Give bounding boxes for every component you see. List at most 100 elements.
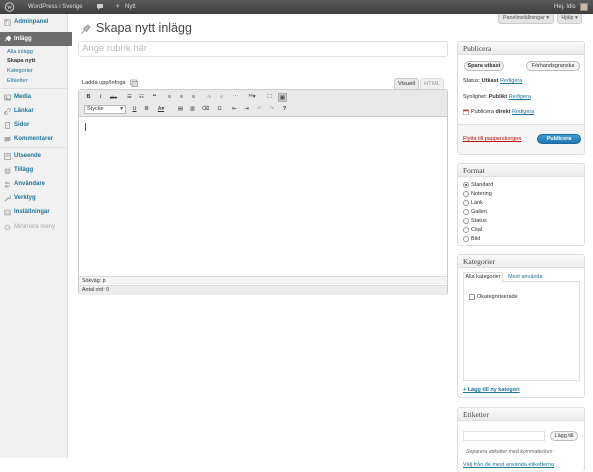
text-color-icon[interactable]: A▾: [154, 105, 168, 114]
format-radio-status[interactable]: [463, 218, 469, 224]
tag-input[interactable]: [463, 431, 545, 441]
align-left-icon[interactable]: ≡: [165, 93, 174, 102]
menu-item-pages[interactable]: Sidor: [0, 119, 68, 132]
justify-icon[interactable]: ≣: [142, 105, 151, 114]
category-checklist: Okategoriserade: [463, 281, 580, 381]
publish-actions: Flytta till papperskorgen Publicera: [458, 124, 584, 154]
new-content-link[interactable]: Nytt: [125, 0, 136, 14]
format-radio-aside[interactable]: [463, 191, 469, 197]
clear-formatting-icon[interactable]: ⌫: [201, 105, 210, 114]
wordpress-logo-icon[interactable]: W: [4, 0, 15, 14]
preview-button[interactable]: Förhandsgranska: [526, 61, 580, 71]
fullscreen-icon[interactable]: ⛶: [265, 93, 274, 102]
tab-html[interactable]: HTML: [420, 78, 444, 89]
menu-item-users[interactable]: Användare: [0, 178, 68, 191]
site-name-link[interactable]: WordPress i Sverige: [28, 0, 83, 14]
choose-popular-tags-link[interactable]: Välj från de mest använda etiketterna: [463, 461, 554, 469]
tab-visual[interactable]: Visuell: [394, 78, 419, 89]
unlink-icon[interactable]: ⌀: [217, 93, 226, 102]
add-tag-button[interactable]: Lägg till: [550, 431, 578, 441]
plus-icon[interactable]: +: [116, 0, 123, 14]
align-right-icon[interactable]: ≡: [189, 93, 198, 102]
submenu-categories[interactable]: Kategorier: [7, 67, 33, 75]
screen-options-button[interactable]: Panelinställningar ▾: [498, 14, 554, 24]
blockquote-icon[interactable]: “: [150, 93, 159, 102]
outdent-icon[interactable]: ⇤: [230, 105, 239, 114]
format-radio-image[interactable]: [463, 236, 469, 242]
menu-label-tools: Verktyg: [14, 195, 36, 201]
submenu-tags[interactable]: Etiketter: [7, 77, 28, 85]
paste-word-icon[interactable]: ▥: [188, 105, 197, 114]
submenu-all-posts[interactable]: Alla inlägg: [7, 48, 33, 56]
menu-item-tools[interactable]: Verktyg: [0, 192, 68, 205]
save-draft-button[interactable]: Spara utkast: [464, 61, 504, 71]
pushpin-title-icon: [80, 24, 91, 35]
menu-item-settings[interactable]: Inställningar: [0, 206, 68, 219]
editor-content-area[interactable]: [79, 117, 447, 275]
move-to-trash-link[interactable]: Flytta till papperskorgen: [463, 135, 521, 143]
paste-text-icon[interactable]: ▤: [176, 105, 185, 114]
publish-box-title: Publicera: [458, 42, 584, 55]
menu-label-pages: Sidor: [14, 122, 30, 128]
help-label: Hjälp: [561, 15, 574, 21]
comments-icon: [4, 137, 11, 143]
help-circle-icon[interactable]: ?: [280, 105, 289, 114]
menu-label-collapse: Minimera meny: [14, 224, 56, 230]
edit-publish-time-link[interactable]: Redigera: [512, 109, 534, 115]
submenu-new-post[interactable]: Skapa nytt: [7, 57, 35, 65]
menu-item-plugins[interactable]: Tillägg: [0, 164, 68, 177]
format-select[interactable]: Stycke ▾: [84, 105, 126, 114]
tab-all-categories[interactable]: Alla kategorier: [463, 272, 503, 282]
bold-icon[interactable]: B: [84, 93, 93, 102]
indent-icon[interactable]: ⇥: [242, 105, 251, 114]
screen-options-label: Panelinställningar: [503, 15, 545, 21]
format-option-label: Bild: [471, 236, 481, 242]
menu-label-links: Länkar: [14, 108, 34, 114]
menu-item-links[interactable]: Länkar: [0, 105, 68, 118]
format-radio-standard[interactable]: [463, 182, 469, 188]
redo-icon[interactable]: ↷: [267, 105, 276, 114]
menu-item-posts[interactable]: Inlägg: [0, 32, 72, 46]
align-center-icon[interactable]: ≡: [177, 93, 186, 102]
menu-label-media: Media: [14, 94, 32, 100]
undo-icon[interactable]: ↶: [255, 105, 264, 114]
strikethrough-icon[interactable]: abc: [109, 93, 118, 102]
help-button[interactable]: Hjälp ▾: [557, 14, 582, 24]
menu-divider: [0, 147, 68, 148]
menu-item-dashboard[interactable]: Adminpanel: [0, 16, 68, 29]
insert-link-icon[interactable]: ∞: [205, 93, 214, 102]
format-box-title: Format: [458, 164, 584, 177]
spellcheck-icon[interactable]: ᴬᵇ▾: [245, 93, 259, 102]
category-checkbox[interactable]: [469, 294, 475, 300]
format-radio-quote[interactable]: [463, 227, 469, 233]
menu-item-media[interactable]: Media: [0, 91, 68, 104]
post-title-input[interactable]: Ange rubrik här: [78, 41, 448, 57]
insert-more-icon[interactable]: ⋯: [231, 93, 240, 102]
menu-item-comments[interactable]: Kommentarer: [0, 133, 68, 146]
comments-bubble-icon[interactable]: [96, 0, 104, 14]
tab-most-used-categories[interactable]: Mest använda: [508, 273, 543, 281]
format-radio-link[interactable]: [463, 200, 469, 206]
add-media-icon[interactable]: [130, 79, 138, 87]
user-avatar[interactable]: [580, 3, 588, 11]
status-row: Status: Utkast Redigera: [463, 77, 522, 85]
menu-divider: [0, 88, 68, 89]
edit-visibility-link[interactable]: Redigera: [509, 94, 531, 100]
format-option-label: Standard: [471, 182, 494, 188]
tags-box-title: Etiketter: [458, 408, 584, 421]
bullet-list-icon[interactable]: ☰: [125, 93, 134, 102]
collapse-menu-button[interactable]: Minimera meny: [0, 221, 68, 234]
add-new-category-link[interactable]: + Lägg till ny kategori: [463, 386, 520, 394]
menu-item-appearance[interactable]: Utseende: [0, 150, 68, 163]
dashboard-icon: [4, 19, 11, 26]
categories-box: Kategorier Alla kategorier Mest använda …: [457, 254, 585, 398]
numbered-list-icon[interactable]: ☷: [137, 93, 146, 102]
publish-button[interactable]: Publicera: [537, 134, 581, 144]
account-greeting[interactable]: Hej, Idis: [554, 0, 576, 14]
format-radio-gallery[interactable]: [463, 209, 469, 215]
italic-icon[interactable]: I: [96, 93, 105, 102]
special-character-icon[interactable]: Ω: [215, 105, 224, 114]
underline-icon[interactable]: U: [130, 105, 139, 114]
kitchen-sink-icon[interactable]: ▦: [278, 93, 287, 102]
edit-status-link[interactable]: Redigera: [500, 78, 522, 84]
